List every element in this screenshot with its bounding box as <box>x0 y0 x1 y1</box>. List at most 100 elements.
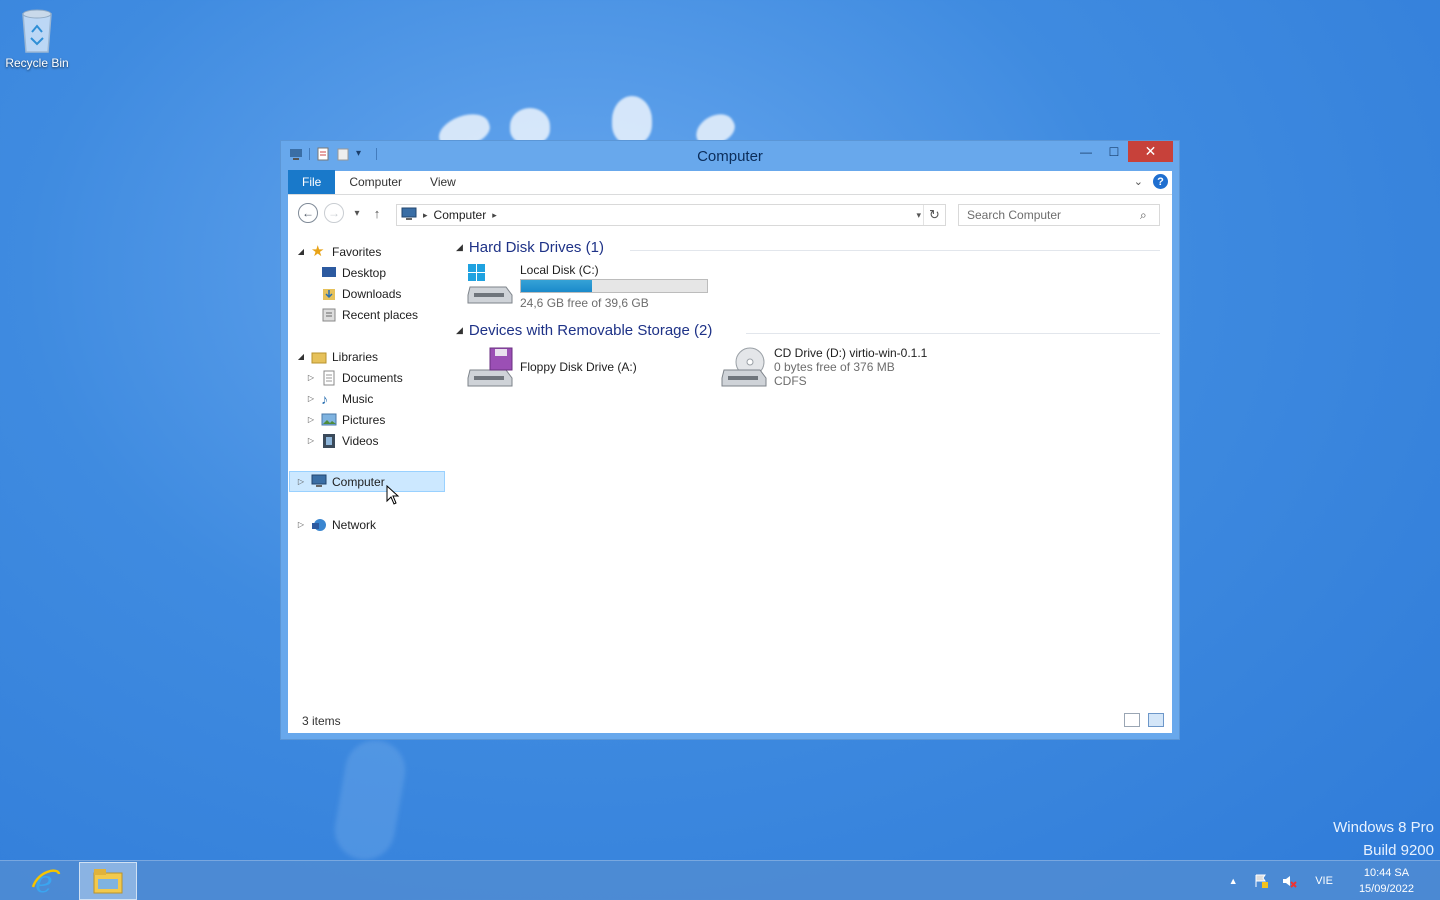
drive-a-name: Floppy Disk Drive (A:) <box>520 360 637 374</box>
taskbar-internet-explorer[interactable]: e <box>17 862 75 900</box>
breadcrumb-separator-icon[interactable]: ▸ <box>423 210 428 221</box>
collapse-group-icon[interactable]: ◢ <box>456 242 463 253</box>
drive-d-filesystem: CDFS <box>774 374 807 388</box>
drive-c-name: Local Disk (C:) <box>520 263 599 277</box>
expand-ribbon-icon[interactable]: ⌄ <box>1134 175 1143 188</box>
star-icon: ★ <box>311 242 325 260</box>
os-watermark: Windows 8 Pro Build 9200 <box>1333 816 1434 862</box>
breadcrumb-separator-icon[interactable]: ▸ <box>492 210 497 221</box>
desktop-icon <box>321 265 337 281</box>
drive-d-details: CD Drive (D:) virtio-win-0.1.1 0 bytes f… <box>774 346 927 388</box>
address-dropdown-icon[interactable]: ▾ <box>916 210 921 221</box>
action-center-flag-icon[interactable] <box>1253 873 1269 889</box>
documents-icon <box>321 370 337 386</box>
tab-computer[interactable]: Computer <box>335 170 416 194</box>
recycle-bin-label: Recycle Bin <box>5 56 69 70</box>
refresh-button[interactable]: ↻ <box>923 205 945 225</box>
clock[interactable]: 10:44 SA 15/09/2022 <box>1359 865 1414 897</box>
group-removable-storage[interactable]: ◢ Devices with Removable Storage (2) <box>456 322 712 339</box>
recycle-bin-desktop-icon[interactable]: Recycle Bin <box>4 6 70 70</box>
clock-time: 10:44 SA <box>1363 867 1410 879</box>
floppy-drive-icon <box>467 347 513 387</box>
wallpaper-stem <box>330 735 410 865</box>
nav-videos[interactable]: ▷ Videos <box>306 430 378 451</box>
nav-computer[interactable]: ▷ Computer <box>289 471 445 492</box>
breadcrumb-computer[interactable]: Computer <box>434 208 487 222</box>
large-icons-view-button[interactable] <box>1148 713 1164 727</box>
recent-places-icon <box>321 307 337 323</box>
clock-date: 15/09/2022 <box>1358 883 1414 895</box>
forward-button[interactable]: → <box>324 203 344 223</box>
computer-icon <box>311 474 327 490</box>
music-icon: ♪ <box>321 390 328 407</box>
drive-c[interactable]: Local Disk (C:) 24,6 GB free of 39,6 GB <box>466 263 708 310</box>
item-count: 3 items <box>302 714 341 728</box>
drive-a[interactable]: Floppy Disk Drive (A:) <box>466 346 637 388</box>
nav-documents[interactable]: ▷ Documents <box>306 367 403 388</box>
expand-icon[interactable]: ▷ <box>306 373 316 382</box>
nav-libraries[interactable]: ◢ Libraries <box>296 346 378 367</box>
up-button[interactable]: ↑ <box>370 203 384 223</box>
collapse-icon[interactable]: ◢ <box>296 352 306 361</box>
nav-recent-label: Recent places <box>342 307 419 322</box>
watermark-edition: Windows 8 Pro <box>1333 819 1434 836</box>
input-language[interactable]: VIE <box>1315 873 1333 889</box>
nav-downloads-label: Downloads <box>342 286 402 301</box>
nav-network[interactable]: ▷ Network <box>296 514 376 535</box>
nav-pictures[interactable]: ▷ Pictures <box>306 409 385 430</box>
svg-text:e: e <box>35 865 53 897</box>
recent-locations-dropdown[interactable]: ▾ <box>350 203 364 223</box>
hard-disk-icon <box>467 264 513 304</box>
ribbon-controls: ⌄ ? <box>1134 174 1168 189</box>
expand-icon[interactable]: ▷ <box>296 520 306 529</box>
file-explorer-icon <box>93 869 123 894</box>
tab-file[interactable]: File <box>288 170 336 194</box>
drive-d[interactable]: CD Drive (D:) virtio-win-0.1.1 0 bytes f… <box>720 346 927 388</box>
drive-c-usage-bar <box>520 279 708 293</box>
collapse-group-icon[interactable]: ◢ <box>456 325 463 336</box>
group-divider <box>630 250 1160 251</box>
maximize-button[interactable]: ☐ <box>1100 141 1128 162</box>
window-controls: — ☐ ✕ <box>1072 141 1173 162</box>
taskbar-file-explorer[interactable] <box>79 862 137 900</box>
drive-c-free-space: 24,6 GB free of 39,6 GB <box>520 296 649 310</box>
libraries-icon <box>311 349 327 365</box>
title-bar[interactable]: ▾ Computer — ☐ ✕ <box>281 141 1179 171</box>
expand-icon[interactable]: ▷ <box>296 477 306 486</box>
nav-music-label: Music <box>342 391 374 406</box>
search-input[interactable]: Search Computer <box>958 204 1160 226</box>
nav-favorites[interactable]: ◢ ★ Favorites <box>296 241 381 262</box>
address-bar[interactable]: ▸ Computer ▸ ▾ ↻ <box>396 204 946 226</box>
computer-breadcrumb-icon <box>401 207 417 224</box>
taskbar: e ▲ VIE 10:44 SA 15/09/2022 <box>0 860 1440 900</box>
group-hard-disk-drives[interactable]: ◢ Hard Disk Drives (1) <box>456 239 604 256</box>
tab-view[interactable]: View <box>416 170 470 194</box>
expand-icon[interactable]: ▷ <box>306 436 316 445</box>
back-button[interactable]: ← <box>298 203 318 223</box>
internet-explorer-icon: e <box>31 865 61 897</box>
details-view-button[interactable] <box>1124 713 1140 727</box>
nav-desktop[interactable]: Desktop <box>306 262 386 283</box>
group-hdd-label: Hard Disk Drives (1) <box>468 239 604 256</box>
minimize-button[interactable]: — <box>1072 141 1100 162</box>
nav-downloads[interactable]: Downloads <box>306 283 401 304</box>
volume-muted-icon[interactable] <box>1281 873 1297 889</box>
drive-d-name: CD Drive (D:) virtio-win-0.1.1 <box>774 346 928 360</box>
nav-videos-label: Videos <box>342 433 379 448</box>
nav-network-label: Network <box>332 517 377 532</box>
collapse-icon[interactable]: ◢ <box>296 247 306 256</box>
nav-recent-places[interactable]: Recent places <box>306 304 418 325</box>
search-icon[interactable]: ⌕ <box>1140 208 1166 223</box>
system-tray: ▲ VIE 10:44 SA 15/09/2022 <box>1219 861 1440 900</box>
drive-d-free-space: 0 bytes free of 376 MB <box>774 360 895 374</box>
window-client-area: File Computer View ⌄ ? ← → ▾ ↑ ▸ Compute… <box>288 170 1172 733</box>
nav-music[interactable]: ▷ ♪ Music <box>306 388 373 409</box>
ribbon-tabs: File Computer View ⌄ ? <box>288 170 1172 195</box>
close-button[interactable]: ✕ <box>1128 141 1173 162</box>
show-hidden-icons-icon[interactable]: ▲ <box>1225 873 1241 889</box>
videos-icon <box>321 433 337 449</box>
help-icon[interactable]: ? <box>1153 174 1168 189</box>
expand-icon[interactable]: ▷ <box>306 394 316 403</box>
expand-icon[interactable]: ▷ <box>306 415 316 424</box>
window-title: Computer <box>697 148 763 165</box>
